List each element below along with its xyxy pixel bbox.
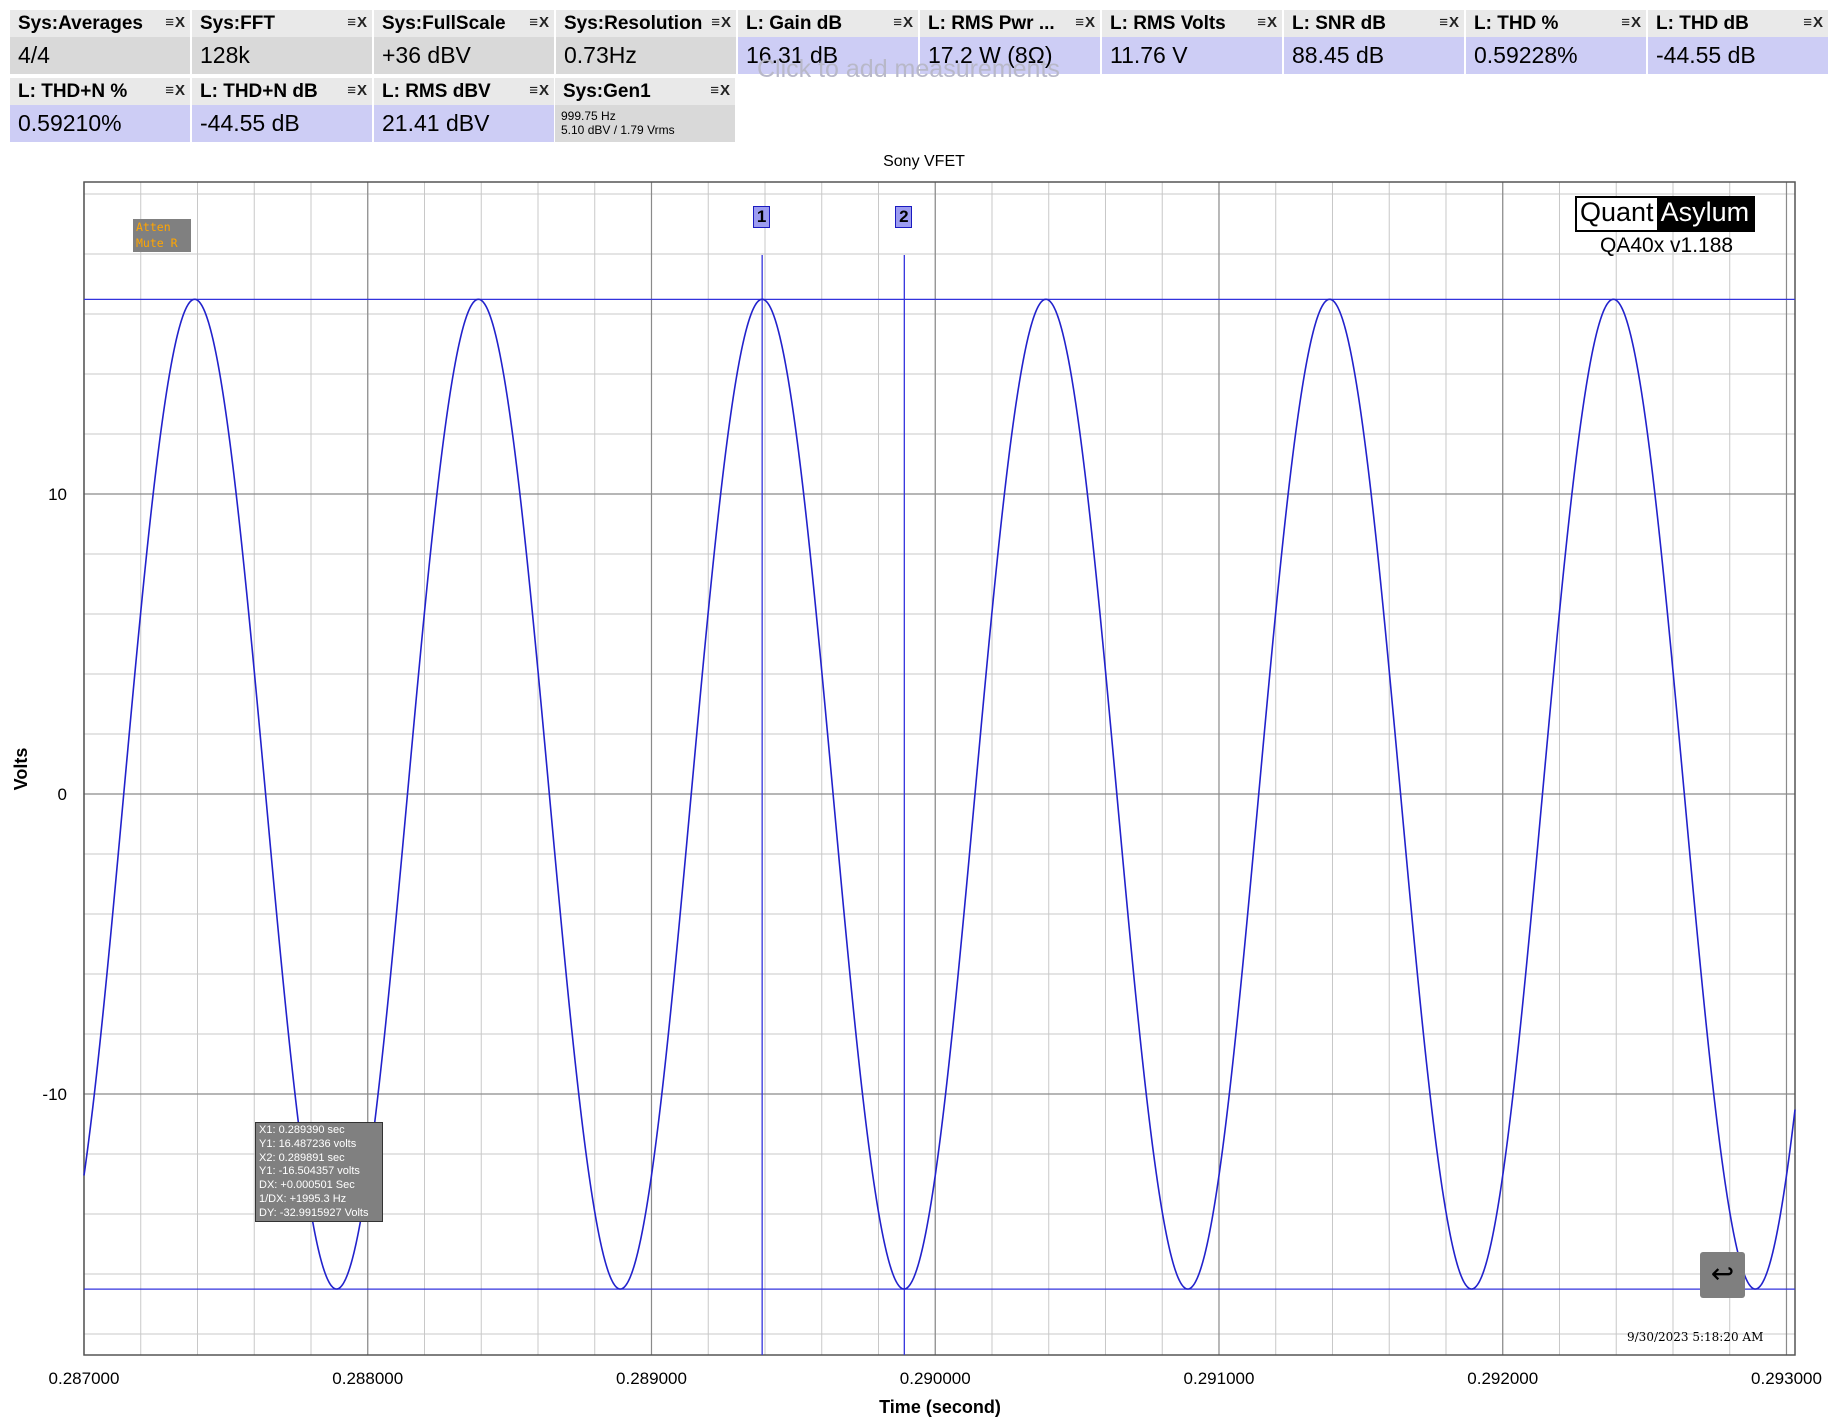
tile-value: 88.45 dB: [1292, 42, 1385, 68]
tile-value: -44.55 dB: [1656, 42, 1756, 68]
tile-menu-close-icon[interactable]: ≡X: [1621, 14, 1642, 31]
waveform-chart[interactable]: 0.287000 0.288000 0.289000 0.290000 0.291000…: [0, 140, 1837, 1421]
readout-x1: X1: 0.289390 sec: [259, 1124, 345, 1136]
tile-menu-close-icon[interactable]: ≡X: [347, 14, 368, 31]
cursor-marker-2[interactable]: 2: [895, 206, 913, 228]
atten-label: Atten: [136, 220, 171, 234]
logo-asylum: Asylum: [1656, 198, 1754, 230]
tile-menu-close-icon[interactable]: ≡X: [165, 82, 186, 99]
tile-sys-gen1[interactable]: Sys:Gen1 ≡X 999.75 Hz 5.10 dBV / 1.79 Vr…: [555, 78, 735, 142]
tile-menu-close-icon[interactable]: ≡X: [165, 14, 186, 31]
tile-value: -44.55 dB: [200, 110, 300, 136]
chart-title: Sony VFET: [883, 153, 965, 170]
x-tick-label: 0.288000: [332, 1369, 403, 1388]
tile-title: L: THD %: [1474, 13, 1559, 34]
tile-value: 0.59210%: [18, 110, 122, 136]
tile-title: L: Gain dB: [746, 13, 843, 34]
y-tick-labels: -10 0 10: [42, 485, 67, 1104]
tile-menu-close-icon[interactable]: ≡X: [710, 82, 731, 99]
gen1-level: 5.10 dBV / 1.79 Vrms: [561, 123, 675, 137]
timestamp: 9/30/2023 5:18:20 AM: [1627, 1330, 1764, 1344]
tile-menu-close-icon[interactable]: ≡X: [711, 14, 732, 31]
tile-title: Sys:FullScale: [382, 13, 506, 34]
logo-quant: Quant: [1577, 198, 1657, 230]
measurement-tile[interactable]: L: RMS dBV ≡X 21.41 dBV: [374, 78, 554, 142]
measurement-tile[interactable]: L: THD+N dB ≡X -44.55 dB: [192, 78, 372, 142]
tile-title: Sys:FFT: [200, 13, 275, 34]
tile-title: Sys:Resolution: [564, 13, 703, 34]
tile-value: 128k: [200, 42, 250, 68]
mute-label: Mute R: [136, 236, 178, 250]
measurement-tile[interactable]: L: THD % ≡X 0.59228%: [1466, 10, 1646, 74]
tile-menu-close-icon[interactable]: ≡X: [529, 82, 550, 99]
x-tick-label: 0.292000: [1467, 1369, 1538, 1388]
tile-title: Sys:Gen1: [563, 81, 651, 102]
tile-menu-close-icon[interactable]: ≡X: [1075, 14, 1096, 31]
tile-title: L: RMS dBV: [382, 81, 491, 102]
tile-value: 21.41 dBV: [382, 110, 490, 136]
readout-dx: DX: +0.000501 Sec: [259, 1179, 355, 1192]
x-tick-label: 0.293000: [1751, 1369, 1822, 1388]
y-tick-label: -10: [42, 1085, 67, 1104]
tile-menu-close-icon[interactable]: ≡X: [893, 14, 914, 31]
measurement-tile[interactable]: L: THD+N % ≡X 0.59210%: [10, 78, 190, 142]
tile-title: L: THD+N %: [18, 81, 128, 102]
tile-title: L: THD+N dB: [200, 81, 318, 102]
measurement-tile[interactable]: L: SNR dB ≡X 88.45 dB: [1284, 10, 1464, 74]
tile-menu-close-icon[interactable]: ≡X: [1803, 14, 1824, 31]
tile-title: L: RMS Pwr ...: [928, 13, 1055, 34]
x-tick-labels: 0.287000 0.288000 0.289000 0.290000 0.291000…: [49, 1369, 1822, 1388]
measurement-tile[interactable]: Sys:Resolution ≡X 0.73Hz: [556, 10, 736, 74]
x-axis-label: Time (second): [879, 1397, 1001, 1417]
readout-y1: Y1: 16.487236 volts: [259, 1137, 357, 1150]
tile-value: 0.73Hz: [564, 42, 637, 68]
cursor-readout-box: X1: 0.289390 sec Y1: 16.487236 volts X2:…: [255, 1122, 383, 1222]
x-tick-label: 0.290000: [900, 1369, 971, 1388]
y-tick-label: 0: [58, 785, 67, 804]
tile-title: L: THD dB: [1656, 13, 1749, 34]
tile-menu-close-icon[interactable]: ≡X: [347, 82, 368, 99]
readout-inv-dx: 1/DX: +1995.3 Hz: [259, 1192, 347, 1205]
readout-dy: DY: -32.9915927 Volts: [259, 1206, 369, 1219]
tile-menu-close-icon[interactable]: ≡X: [1439, 14, 1460, 31]
measurement-tile[interactable]: Sys:FFT ≡X 128k: [192, 10, 372, 74]
tile-value: +36 dBV: [382, 42, 471, 68]
measurement-tile[interactable]: Sys:Averages ≡X 4/4: [10, 10, 190, 74]
tile-value: 0.59228%: [1474, 42, 1578, 68]
quantasylum-logo: Quant Asylum: [1575, 196, 1756, 232]
tile-title: L: SNR dB: [1292, 13, 1386, 34]
x-tick-label: 0.289000: [616, 1369, 687, 1388]
tile-menu-close-icon[interactable]: ≡X: [1257, 14, 1278, 31]
cursor-marker-1[interactable]: 1: [753, 206, 771, 228]
tile-value: 11.76 V: [1110, 42, 1188, 68]
measurement-tile[interactable]: L: THD dB ≡X -44.55 dB: [1648, 10, 1828, 74]
atten-mute-indicator: Atten Mute R: [133, 219, 191, 252]
gen1-frequency: 999.75 Hz: [561, 109, 616, 123]
tile-title: Sys:Averages: [18, 13, 143, 34]
tile-title: L: RMS Volts: [1110, 13, 1226, 34]
readout-y2: Y1: -16.504357 volts: [259, 1165, 360, 1178]
back-arrow-icon[interactable]: ↩: [1700, 1252, 1745, 1298]
x-tick-label: 0.287000: [49, 1369, 120, 1388]
version-label: QA40x v1.188: [1600, 234, 1734, 257]
add-measurements-hint[interactable]: Click to add measurements: [757, 55, 1060, 81]
tile-value: 4/4: [18, 42, 50, 68]
x-tick-label: 0.291000: [1184, 1369, 1255, 1388]
y-axis-label: Volts: [11, 748, 31, 791]
measurement-tile[interactable]: Sys:FullScale ≡X +36 dBV: [374, 10, 554, 74]
tile-menu-close-icon[interactable]: ≡X: [529, 14, 550, 31]
readout-x2: X2: 0.289891 sec: [259, 1151, 345, 1164]
measurement-tile[interactable]: L: RMS Volts ≡X 11.76 V: [1102, 10, 1282, 74]
y-tick-label: 10: [48, 485, 67, 504]
